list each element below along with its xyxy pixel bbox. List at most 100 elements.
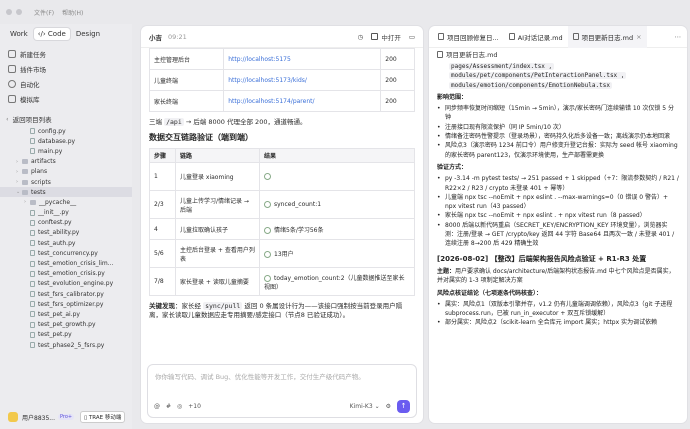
- result-cell: today_emotion_count:2（儿童数据推送至家长视图）: [259, 267, 415, 296]
- tree-item[interactable]: › artifacts: [0, 157, 132, 167]
- table-row: 2/3 儿童上传学习/情绪记录 → 后端 synced_count:1: [149, 190, 415, 219]
- tree-item[interactable]: ⌄ tests: [0, 187, 132, 198]
- tab-code[interactable]: ‹/› Code: [33, 28, 70, 40]
- tree-item[interactable]: test_concurrency.py: [0, 248, 132, 258]
- file-icon: [437, 50, 443, 58]
- tab-work[interactable]: Work: [6, 28, 32, 40]
- text: ：家长经: [175, 302, 204, 310]
- result-text: 情绪5条/学习56条: [274, 226, 324, 234]
- mention-button[interactable]: @: [154, 403, 160, 410]
- link-cell: 儿童拉取确认孩子: [175, 218, 260, 240]
- file-icon: [30, 219, 35, 226]
- history-icon[interactable]: ◷: [358, 33, 364, 41]
- tree-item-label: test_fsrs_calibrator.py: [38, 290, 104, 298]
- doc-tab[interactable]: 项目回顾修复日...: [433, 26, 504, 48]
- doc-tab[interactable]: AI对话记录.md: [504, 26, 568, 48]
- check-icon: [264, 251, 271, 258]
- tree-item[interactable]: › scripts: [0, 177, 132, 187]
- tree-item[interactable]: test_fsrs_calibrator.py: [0, 289, 132, 299]
- mode-tabs: Work ‹/› Code Design: [6, 28, 126, 40]
- user-name[interactable]: 用户8835...: [22, 413, 55, 422]
- inline-code: /api: [164, 118, 184, 126]
- file-icon: [30, 280, 35, 287]
- tab-design[interactable]: Design: [72, 28, 104, 40]
- tree-item[interactable]: database.py: [0, 136, 132, 146]
- endpoint-link[interactable]: http://localhost:5175: [223, 48, 382, 70]
- text: 三端: [149, 118, 165, 126]
- tree-item[interactable]: › plans: [0, 167, 132, 177]
- file-icon: [30, 291, 35, 298]
- sidebar-item-automation[interactable]: 自动化: [0, 76, 132, 91]
- tree-item[interactable]: test_auth.py: [0, 238, 132, 248]
- list-item: 8000 后端以新代码重启（SECRET_KEY/ENCRYPTION_KEY …: [437, 221, 679, 249]
- context-button[interactable]: ◎: [177, 403, 182, 410]
- tree-item[interactable]: › __pycache__: [0, 197, 132, 207]
- split-icon[interactable]: ▭: [409, 33, 415, 41]
- tree-item[interactable]: test_evolution_engine.py: [0, 279, 132, 289]
- more-icon[interactable]: ⋯: [675, 33, 682, 41]
- window-control-dot[interactable]: [16, 9, 22, 15]
- tree-item[interactable]: test_phase2_5_fsrs.py: [0, 340, 132, 350]
- doc-tab-label: 项目回顾修复日...: [447, 33, 499, 42]
- sidebar-item-models[interactable]: 模拟库: [0, 91, 132, 106]
- open-in-button[interactable]: 中打开: [371, 32, 401, 42]
- sidebar-item-plugins[interactable]: 插件市场: [0, 61, 132, 76]
- tree-item[interactable]: test_fsrs_optimizer.py: [0, 299, 132, 309]
- menu-file[interactable]: 文件(F): [34, 8, 54, 17]
- result-cell: synced_count:1: [259, 190, 415, 219]
- window-control-dot[interactable]: [6, 9, 12, 15]
- tree-item-label: test_emotion_crisis.py: [38, 270, 105, 278]
- tree-item[interactable]: __init__.py: [0, 208, 132, 218]
- menu-help[interactable]: 帮助(H): [62, 8, 83, 17]
- check-icon: [264, 226, 271, 234]
- hash-button[interactable]: #: [166, 403, 171, 410]
- trae-mobile-button[interactable]: ▯ TRAE 移动端: [80, 411, 126, 423]
- impact-label: 影响范围：: [437, 93, 468, 101]
- sidebar: Work ‹/› Code Design 新建任务 插件市场 自动化 模拟库 ‹…: [0, 24, 132, 429]
- doc-content: pages/Assessment/index.tsx , modules/pet…: [429, 60, 687, 328]
- close-icon[interactable]: ×: [636, 33, 641, 41]
- file-icon: [30, 138, 35, 145]
- tree-item[interactable]: test_pet_ai.py: [0, 309, 132, 319]
- avatar[interactable]: [8, 412, 18, 422]
- tree-item[interactable]: test_pet.py: [0, 330, 132, 340]
- project-section[interactable]: ‹ 返回项目列表: [0, 112, 132, 126]
- tree-item[interactable]: test_pet_growth.py: [0, 320, 132, 330]
- chat-input[interactable]: 你你输写代码、调试 Bug、优化性能等开发工作，交付生产级代码产物。 @ # ◎…: [147, 364, 417, 418]
- tree-item[interactable]: config.py: [0, 126, 132, 136]
- theme: 主题：用户要求确认 docs/architecture/后端架构状态报告.md …: [437, 267, 679, 286]
- file-icon: [30, 209, 35, 216]
- tree-item[interactable]: test_emotion_crisis.py: [0, 269, 132, 279]
- file-icon: [30, 311, 35, 318]
- folder-icon: [30, 199, 36, 205]
- model-selector[interactable]: Kimi-K3 ⌄: [350, 403, 380, 410]
- phone-icon: ▯: [84, 415, 88, 421]
- window-titlebar: 文件(F) 帮助(H): [0, 0, 690, 24]
- tree-item-label: test_concurrency.py: [38, 249, 98, 257]
- endpoint-link[interactable]: http://localhost:5174/parent/: [223, 90, 382, 112]
- attachments-count[interactable]: +10: [188, 403, 201, 410]
- list-item: py -3.14 -m pytest tests/ → 251 passed +…: [437, 174, 679, 193]
- theme-text: 用户要求确认 docs/architecture/后端架构状态报告.md 中七个…: [437, 267, 675, 285]
- window-icon: [371, 33, 379, 40]
- doc-tab-label: AI对话记录.md: [517, 33, 563, 42]
- send-button[interactable]: ↑: [397, 399, 410, 413]
- table-cell: 儿童终端: [148, 69, 225, 91]
- step-cell: 7/8: [149, 267, 176, 296]
- tree-item[interactable]: test_ability.py: [0, 228, 132, 238]
- list-item: 风险点3（演示密码 1234 前口令）用户修变升登记台报：实际为 seed 帐号…: [437, 141, 679, 160]
- input-toolbar: @ # ◎ +10 Kimi-K3 ⌄ ⚙ ↑: [154, 399, 410, 413]
- doc-tab-active[interactable]: 项目更新日志.md ×: [567, 26, 647, 48]
- tree-item[interactable]: main.py: [0, 146, 132, 156]
- settings-icon[interactable]: ⚙: [386, 403, 391, 410]
- endpoint-link[interactable]: http://localhost:5173/kids/: [223, 69, 382, 91]
- code-path: pages/Assessment/index.tsx ,: [449, 63, 555, 70]
- list-item: 部分属实：风险点2（scikit-learn 全合库元 import 属实；ht…: [437, 318, 679, 328]
- tree-item-label: main.py: [38, 147, 63, 155]
- chat-header: 小吉 09:21 ◷ 中打开 ▭: [141, 26, 423, 48]
- tree-item[interactable]: test_emotion_crisis_lim...: [0, 258, 132, 268]
- sidebar-item-new-task[interactable]: 新建任务: [0, 46, 132, 61]
- endpoint-table: 主控管理后台 http://localhost:5175 200 儿童终端 http:/…: [148, 48, 415, 112]
- tree-item[interactable]: conftest.py: [0, 218, 132, 228]
- result-text: synced_count:1: [274, 201, 322, 208]
